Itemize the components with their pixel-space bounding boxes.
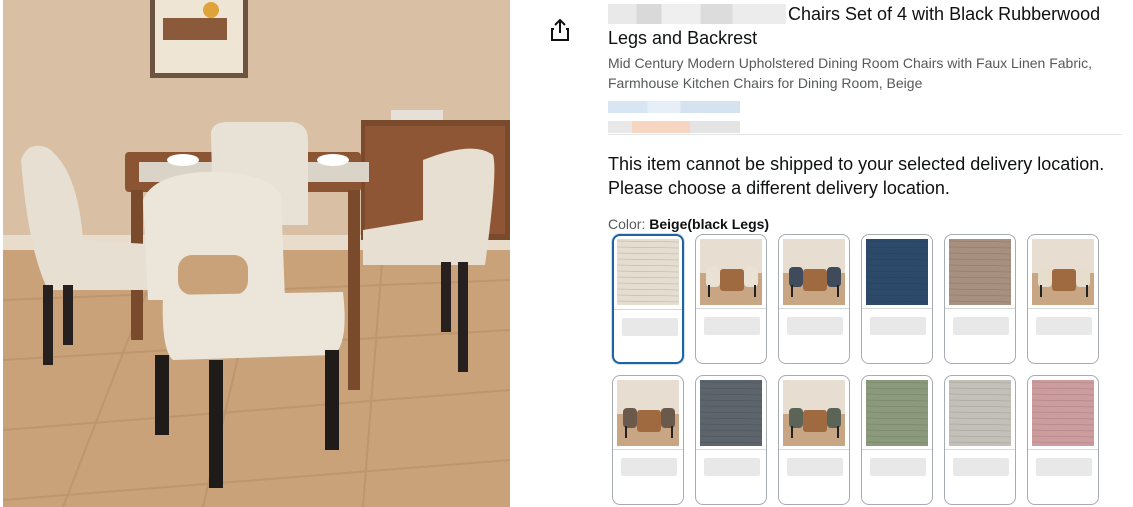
product-subtitle: Mid Century Modern Upholstered Dining Ro… (608, 55, 1092, 91)
swatch-price-placeholder (704, 458, 760, 476)
redacted-rating[interactable] (608, 101, 740, 113)
swatch-divider (945, 308, 1015, 309)
swatch-thumbnail (866, 239, 928, 305)
color-swatch-option[interactable] (1027, 375, 1099, 505)
color-swatch-option[interactable] (1027, 234, 1099, 364)
swatch-thumbnail (783, 380, 845, 446)
swatch-thumbnail (949, 380, 1011, 446)
swatch-price-placeholder (704, 317, 760, 335)
dining-set-photo (3, 0, 510, 507)
share-icon (551, 18, 569, 41)
swatch-price-placeholder (870, 458, 926, 476)
swatch-thumbnail (617, 380, 679, 446)
swatch-price-placeholder (787, 317, 843, 335)
color-swatch-option[interactable] (695, 234, 767, 364)
redacted-brand (608, 4, 786, 24)
swatch-price-placeholder (1036, 458, 1092, 476)
color-swatch-option[interactable] (612, 375, 684, 505)
swatch-price-placeholder (622, 318, 678, 336)
redacted-price (608, 121, 740, 133)
swatch-divider (862, 308, 932, 309)
delivery-unavailable-message: This item cannot be shipped to your sele… (608, 154, 1105, 198)
swatch-price-placeholder (787, 458, 843, 476)
swatch-price-placeholder (953, 458, 1009, 476)
swatch-divider (614, 309, 682, 310)
swatch-price-placeholder (1036, 317, 1092, 335)
swatch-thumbnail (617, 239, 679, 305)
swatch-divider (779, 449, 849, 450)
swatch-price-placeholder (870, 317, 926, 335)
swatch-thumbnail (783, 239, 845, 305)
color-swatch-option[interactable] (861, 375, 933, 505)
color-swatch-option[interactable] (695, 375, 767, 505)
swatch-divider (779, 308, 849, 309)
color-swatch-option[interactable] (612, 234, 684, 364)
color-swatch-option[interactable] (944, 375, 1016, 505)
color-swatch-option[interactable] (778, 375, 850, 505)
color-selection-label: Color: Beige(black Legs) (608, 216, 770, 232)
swatch-divider (862, 449, 932, 450)
color-swatch-option[interactable] (861, 234, 933, 364)
swatch-price-placeholder (621, 458, 677, 476)
swatch-thumbnail (1032, 239, 1094, 305)
color-swatch-option[interactable] (778, 234, 850, 364)
swatch-divider (1028, 308, 1098, 309)
swatch-price-placeholder (953, 317, 1009, 335)
swatch-thumbnail (700, 380, 762, 446)
swatch-thumbnail (866, 380, 928, 446)
swatch-thumbnail (949, 239, 1011, 305)
selected-color-name: Beige(black Legs) (649, 216, 770, 232)
swatch-divider (696, 449, 766, 450)
swatch-divider (696, 308, 766, 309)
swatch-divider (613, 449, 683, 450)
color-swatch-option[interactable] (944, 234, 1016, 364)
product-title: Chairs Set of 4 with Black Rubberwood Le… (608, 4, 1101, 48)
product-header: Chairs Set of 4 with Black Rubberwood Le… (608, 2, 1128, 133)
share-button[interactable] (549, 18, 571, 42)
swatch-thumbnail (700, 239, 762, 305)
swatch-thumbnail (1032, 380, 1094, 446)
swatch-divider (945, 449, 1015, 450)
divider (608, 134, 1122, 135)
product-main-image[interactable] (3, 0, 510, 507)
swatch-divider (1028, 449, 1098, 450)
